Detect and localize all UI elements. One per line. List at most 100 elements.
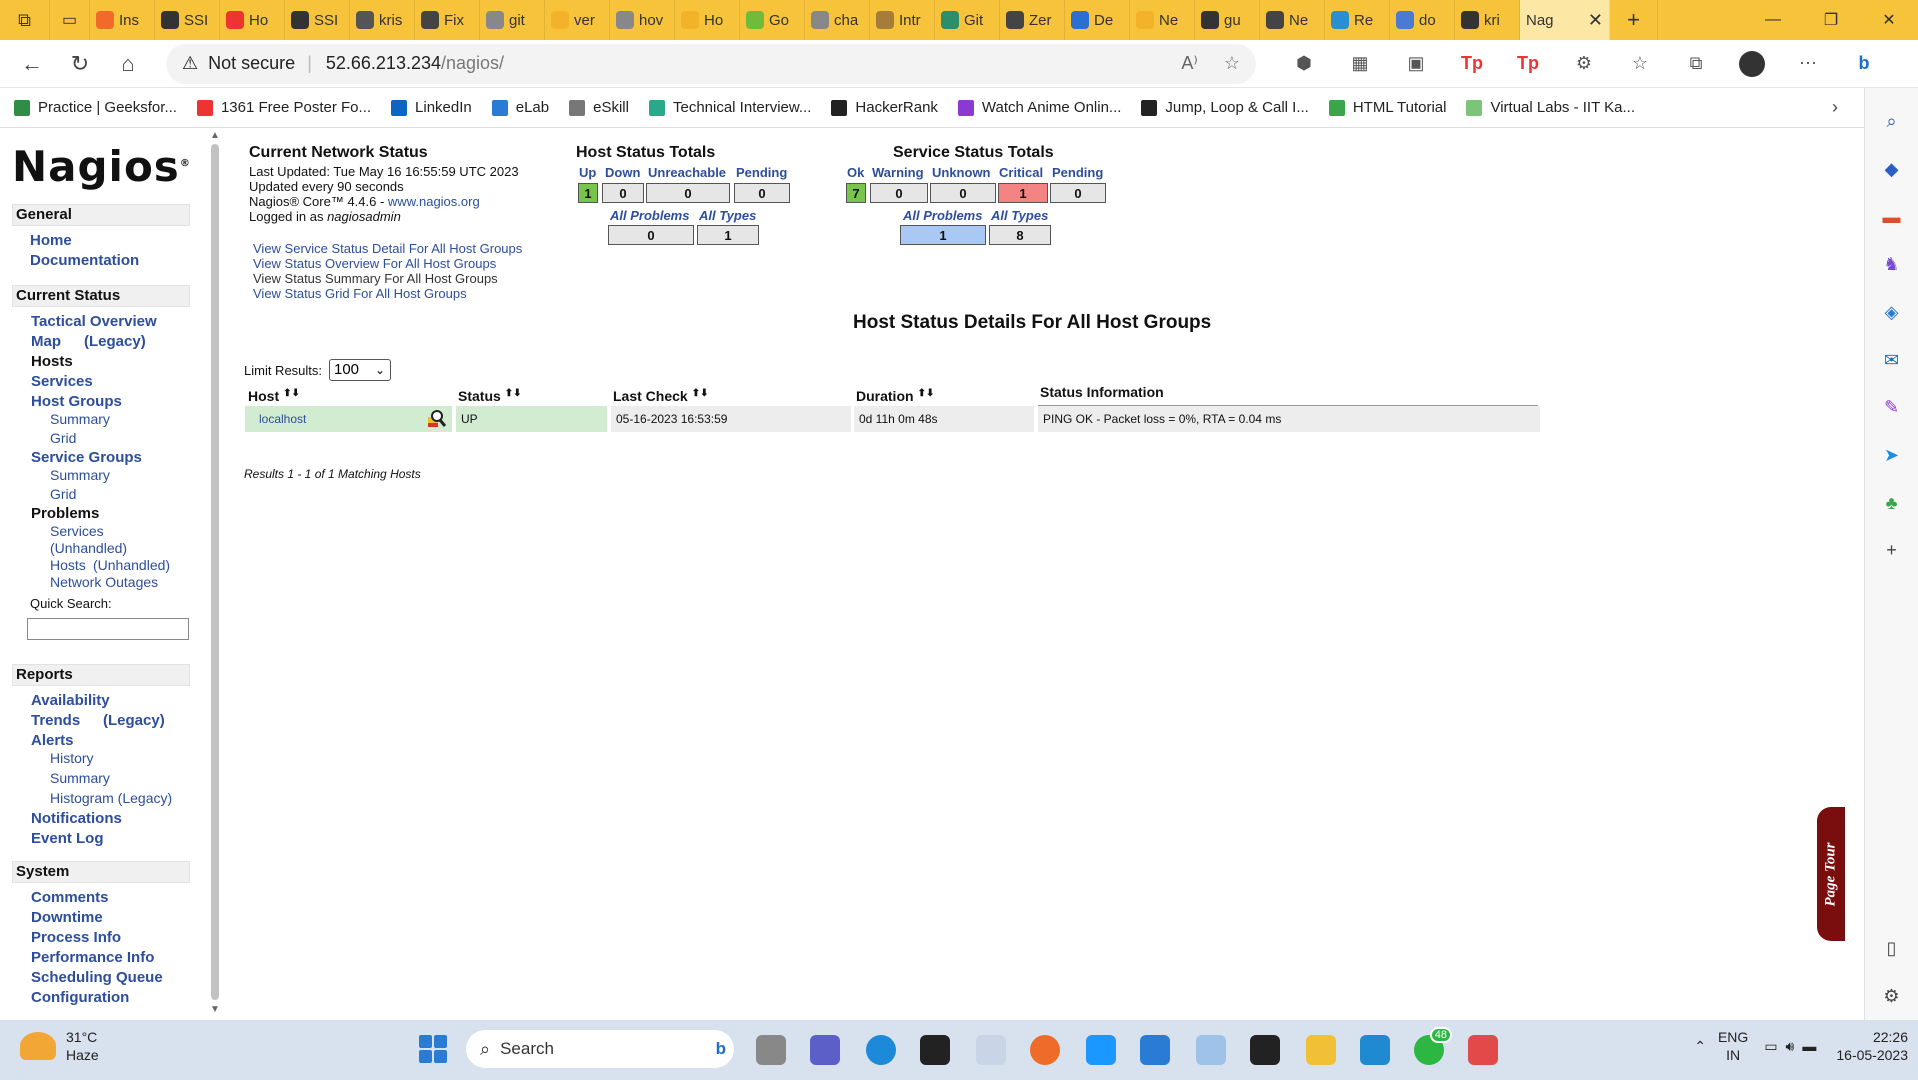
svc-all-problems-count[interactable]: 1 <box>900 225 986 245</box>
browser-tab[interactable]: Intr <box>870 0 935 40</box>
refresh-icon[interactable]: ↻ <box>56 40 104 88</box>
view-service-status-detail-link[interactable]: View Service Status Detail For All Host … <box>253 241 522 256</box>
tools-icon[interactable]: ▬ <box>1877 203 1907 231</box>
nav-problems[interactable]: Problems <box>31 505 99 522</box>
nav-problems-hosts[interactable]: Hosts <box>50 557 86 573</box>
bookmark-item[interactable]: 1361 Free Poster Fo... <box>196 99 371 116</box>
browser-tab[interactable]: De <box>1065 0 1130 40</box>
view-status-summary-link[interactable]: View Status Summary For All Host Groups <box>253 271 498 286</box>
host-unreachable-label[interactable]: Unreachable <box>648 165 726 180</box>
view-status-overview-link[interactable]: View Status Overview For All Host Groups <box>253 256 496 271</box>
host-details-search-icon[interactable] <box>426 409 447 429</box>
svc-critical-count[interactable]: 1 <box>998 183 1048 203</box>
network-icon[interactable]: ▭ <box>1764 1038 1777 1055</box>
bookmark-item[interactable]: LinkedIn <box>391 99 472 116</box>
nav-services[interactable]: Services <box>31 373 93 390</box>
nav-hosts[interactable]: Hosts <box>31 353 73 370</box>
bookmark-item[interactable]: Jump, Loop & Call I... <box>1141 99 1309 116</box>
browser-tab[interactable]: ver <box>545 0 610 40</box>
disney-hotstar-icon[interactable] <box>976 1035 1006 1065</box>
tp-extension-icon-2[interactable]: Tp <box>1500 40 1556 88</box>
nav-alerts[interactable]: Alerts <box>31 732 74 749</box>
add-icon[interactable]: + <box>1877 537 1907 565</box>
bookmark-item[interactable]: Practice | Geeksfor... <box>14 99 177 116</box>
browser-tab[interactable]: Re <box>1325 0 1390 40</box>
whatsapp-icon[interactable]: 48 <box>1414 1027 1452 1065</box>
browser-tab[interactable]: Ne <box>1260 0 1325 40</box>
browser-tab[interactable]: Zer <box>1000 0 1065 40</box>
battery-icon[interactable]: ▬ <box>1802 1038 1816 1054</box>
workspaces-button[interactable]: ⧉ <box>0 0 50 40</box>
close-window-icon[interactable]: ✕ <box>1860 0 1918 40</box>
svc-all-types-count[interactable]: 8 <box>989 225 1051 245</box>
nav-tactical-overview[interactable]: Tactical Overview <box>31 313 157 330</box>
send-icon[interactable]: ➤ <box>1877 442 1907 470</box>
nav-alerts-histogram[interactable]: Histogram (Legacy) <box>50 790 172 806</box>
page-tour-button[interactable]: Page Tour <box>1817 807 1845 941</box>
teams-icon[interactable] <box>810 1035 840 1065</box>
firefox-icon[interactable] <box>1030 1035 1060 1065</box>
browser-tab[interactable]: do <box>1390 0 1455 40</box>
svc-warning-label[interactable]: Warning <box>872 165 924 180</box>
settings-icon[interactable]: ⚙ <box>1877 982 1907 1010</box>
photos-icon[interactable] <box>1196 1035 1226 1065</box>
browser-tab[interactable]: cha <box>805 0 870 40</box>
browser-tab[interactable]: SSI <box>155 0 220 40</box>
nav-home[interactable]: Home <box>30 232 72 249</box>
chevron-up-icon[interactable]: ⌃ <box>1694 1038 1706 1055</box>
nav-configuration[interactable]: Configuration <box>31 989 129 1006</box>
browser-tab[interactable]: Ho <box>220 0 285 40</box>
nav-hg-summary[interactable]: Summary <box>50 411 110 427</box>
sort-arrows-icon[interactable]: ⬆⬇ <box>692 388 709 399</box>
tp-extension-icon[interactable]: Tp <box>1444 40 1500 88</box>
svc-ok-label[interactable]: Ok <box>847 165 864 180</box>
extensions-icon[interactable]: ⚙ <box>1556 40 1612 88</box>
vscode-icon[interactable] <box>1360 1035 1390 1065</box>
url-bar[interactable]: ⚠ Not secure | 52.66.213.234 /nagios/ A⁾… <box>166 43 1256 84</box>
limit-results-select[interactable]: 100 ⌄ <box>329 359 391 381</box>
nav-hg-grid[interactable]: Grid <box>50 430 76 446</box>
browser-tab[interactable]: Go <box>740 0 805 40</box>
search-icon[interactable]: ⌕ <box>1877 108 1907 136</box>
extension-icon[interactable]: ⬢ <box>1276 40 1332 88</box>
nav-sg-grid[interactable]: Grid <box>50 486 76 502</box>
svc-pending-label[interactable]: Pending <box>1052 165 1103 180</box>
host-up-label[interactable]: Up <box>579 165 596 180</box>
sticky-notes-icon[interactable] <box>1250 1035 1280 1065</box>
prime-video-icon[interactable] <box>1086 1035 1116 1065</box>
host-unreachable-count[interactable]: 0 <box>646 183 730 203</box>
weather-widget[interactable]: 31°C Haze <box>20 1028 99 1064</box>
browser-tab-active[interactable]: Nag ✕ <box>1520 0 1610 40</box>
svc-pending-count[interactable]: 0 <box>1050 183 1106 203</box>
nav-performance-info[interactable]: Performance Info <box>31 949 154 966</box>
nav-downtime[interactable]: Downtime <box>31 909 103 926</box>
svc-all-problems-label[interactable]: All Problems <box>903 208 982 223</box>
performance-icon[interactable]: ▦ <box>1332 40 1388 88</box>
nav-scheduling-queue[interactable]: Scheduling Queue <box>31 969 163 986</box>
nav-host-groups[interactable]: Host Groups <box>31 393 122 410</box>
maximize-icon[interactable]: ❐ <box>1802 0 1860 40</box>
office-icon[interactable]: ◈ <box>1877 299 1907 327</box>
nav-scrollbar[interactable]: ▲ ▼ <box>208 128 222 1020</box>
svc-unknown-count[interactable]: 0 <box>930 183 996 203</box>
scroll-thumb[interactable] <box>211 144 219 1000</box>
scroll-down-icon[interactable]: ▼ <box>210 1004 220 1015</box>
browser-tab[interactable]: Fix <box>415 0 480 40</box>
browser-tab[interactable]: kris <box>350 0 415 40</box>
back-icon[interactable]: ← <box>8 40 56 88</box>
browser-tab[interactable]: SSI <box>285 0 350 40</box>
edge-icon[interactable] <box>866 1035 896 1065</box>
browser-tab[interactable]: Ho <box>675 0 740 40</box>
nav-map-legacy[interactable]: (Legacy) <box>84 333 146 350</box>
nav-notifications[interactable]: Notifications <box>31 810 122 827</box>
bookmark-item[interactable]: eSkill <box>569 99 629 116</box>
host-pending-count[interactable]: 0 <box>734 183 790 203</box>
sidebar-toggle-icon[interactable]: ▯ <box>1877 935 1907 963</box>
host-up-count[interactable]: 1 <box>578 183 598 203</box>
nav-problems-hosts-unhandled[interactable]: (Unhandled) <box>93 557 170 573</box>
nav-problems-services-unhandled[interactable]: (Unhandled) <box>50 540 127 556</box>
bing-icon[interactable]: b <box>1836 40 1892 88</box>
tab-actions-button[interactable]: ▭ <box>50 0 90 40</box>
clock[interactable]: 22:26 16-05-2023 <box>1836 1028 1908 1064</box>
outlook-icon[interactable]: ✉ <box>1877 346 1907 374</box>
